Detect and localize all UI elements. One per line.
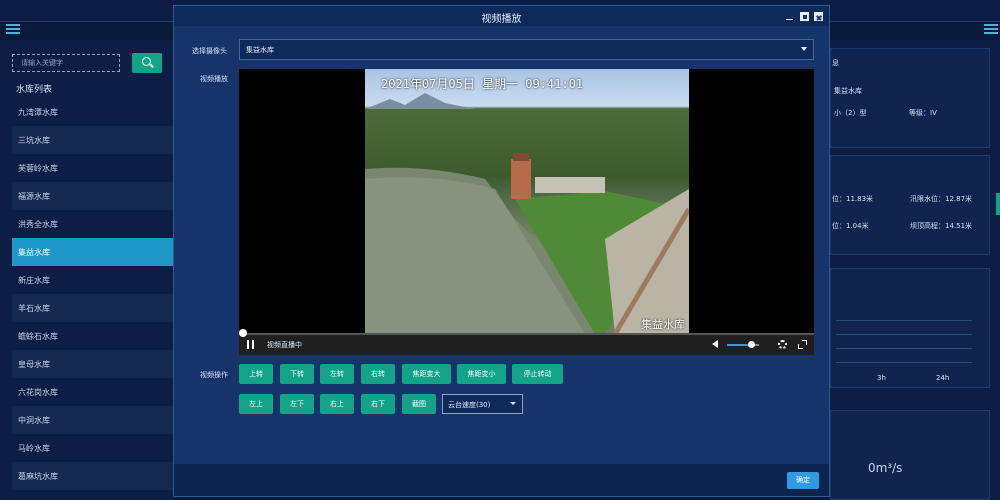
- up-left-button[interactable]: 左上: [239, 394, 273, 414]
- video-dialog: 视频播放 选择摄像头 集益水库 视频播放 2021年07月05日 星期一 09:…: [173, 5, 830, 497]
- ptz-speed-select[interactable]: 云台速度(30): [442, 394, 523, 414]
- video-player[interactable]: 2021年07月05日 星期一 09:41:01 集益水库 视频直播中: [239, 69, 814, 355]
- dialog-header: 视频播放: [174, 6, 829, 26]
- dam-height: 坝顶高程：14.51米: [910, 222, 973, 230]
- list-item[interactable]: 羊石水库: [12, 294, 173, 322]
- info-scale: 小（2）型: [834, 109, 867, 117]
- list-item[interactable]: 皇母水库: [12, 350, 173, 378]
- side-tab[interactable]: [996, 193, 1000, 215]
- down-left-button[interactable]: 左下: [280, 394, 314, 414]
- reservoir-panel: 请输入关键字 水库列表 九湾潭水库 三坑水库 芙蓉岭水库 福源水库 洪秀全水库 …: [0, 40, 175, 500]
- list-item[interactable]: 蟾蜍石水库: [12, 322, 173, 350]
- ok-button[interactable]: 确定: [787, 472, 819, 489]
- fullscreen-icon[interactable]: [798, 340, 807, 349]
- chart-axis-3h: 3h: [877, 374, 886, 382]
- search-input[interactable]: 请输入关键字: [12, 54, 120, 72]
- dialog-footer: 确定: [174, 464, 829, 496]
- gear-icon[interactable]: [778, 340, 787, 349]
- menu-icon[interactable]: [6, 24, 20, 34]
- chart-gridline: [836, 320, 972, 321]
- ops-label: 视频操作: [200, 371, 228, 379]
- flow-value: 0m³/s: [868, 461, 903, 475]
- list-item[interactable]: 中洞水库: [12, 406, 173, 434]
- info-grade: 等级：IV: [909, 109, 937, 117]
- camera-select-value: 集益水库: [246, 46, 274, 54]
- progress-handle[interactable]: [239, 329, 247, 337]
- stop-rotate-button[interactable]: 停止转动: [512, 364, 563, 384]
- playback-label: 视频播放: [200, 75, 228, 83]
- close-icon[interactable]: [814, 12, 823, 21]
- chart-gridline: [836, 362, 972, 363]
- volume-handle[interactable]: [748, 341, 755, 348]
- dialog-title: 视频播放: [481, 14, 522, 25]
- player-controls: 视频直播中: [239, 329, 814, 355]
- list-item[interactable]: 洪秀全水库: [12, 210, 173, 238]
- list-item-active[interactable]: 集益水库: [12, 238, 173, 266]
- list-item[interactable]: 九湾潭水库: [12, 98, 173, 126]
- chart-axis-24h: 24h: [936, 374, 950, 382]
- ptz-speed-value: 云台速度(30): [448, 401, 491, 409]
- flow-card: [830, 410, 990, 500]
- water-level-2: 位：1.04米: [832, 222, 869, 230]
- camera-label: 选择摄像头: [192, 47, 227, 55]
- chart-gridline: [836, 348, 972, 349]
- chevron-down-icon: [510, 402, 516, 405]
- screenshot-button[interactable]: 截图: [402, 394, 436, 414]
- rotate-left-button[interactable]: 左转: [320, 364, 354, 384]
- list-item[interactable]: 芙蓉岭水库: [12, 154, 173, 182]
- video-frame: 2021年07月05日 星期一 09:41:01 集益水库: [365, 69, 689, 334]
- list-item[interactable]: 三坑水库: [12, 126, 173, 154]
- info-card: [830, 48, 990, 148]
- list-item[interactable]: 新庄水库: [12, 266, 173, 294]
- video-watermark: 集益水库: [641, 318, 685, 331]
- water-level: 位：11.83米: [832, 195, 874, 203]
- zoom-out-button[interactable]: 焦距变小: [457, 364, 506, 384]
- water-level-card: [830, 155, 990, 255]
- chart-gridline: [836, 334, 972, 335]
- chart-card: [830, 268, 990, 388]
- video-timestamp: 2021年07月05日 星期一 09:41:01: [381, 77, 584, 91]
- zoom-in-button[interactable]: 焦距变大: [402, 364, 451, 384]
- reservoir-list: 九湾潭水库 三坑水库 芙蓉岭水库 福源水库 洪秀全水库 集益水库 新庄水库 羊石…: [12, 98, 173, 490]
- info-name: 集益水库: [834, 87, 862, 95]
- minimize-icon[interactable]: [785, 12, 794, 21]
- rotate-right-button[interactable]: 右转: [361, 364, 395, 384]
- up-right-button[interactable]: 右上: [320, 394, 354, 414]
- video-scene: [365, 93, 689, 334]
- maximize-icon[interactable]: [800, 12, 809, 21]
- flood-limit-level: 汛限水位：12.87米: [910, 195, 973, 203]
- chevron-down-icon: [801, 47, 807, 51]
- down-right-button[interactable]: 右下: [361, 394, 395, 414]
- list-item[interactable]: 葛麻坑水库: [12, 462, 173, 490]
- list-item[interactable]: 六花岗水库: [12, 378, 173, 406]
- menu-icon-right[interactable]: [984, 24, 998, 34]
- progress-bar[interactable]: [239, 329, 814, 337]
- camera-select[interactable]: 集益水库: [239, 39, 814, 60]
- search-button[interactable]: [132, 53, 162, 73]
- list-item[interactable]: 福源水库: [12, 182, 173, 210]
- volume-slider[interactable]: [727, 341, 759, 348]
- rotate-up-button[interactable]: 上转: [239, 364, 273, 384]
- pause-icon[interactable]: [247, 340, 254, 349]
- list-item[interactable]: 马岭水库: [12, 434, 173, 462]
- live-status: 视频直播中: [267, 341, 302, 349]
- rotate-down-button[interactable]: 下转: [280, 364, 314, 384]
- volume-icon[interactable]: [712, 340, 718, 348]
- info-title: 息: [832, 59, 839, 67]
- list-title: 水库列表: [16, 85, 53, 95]
